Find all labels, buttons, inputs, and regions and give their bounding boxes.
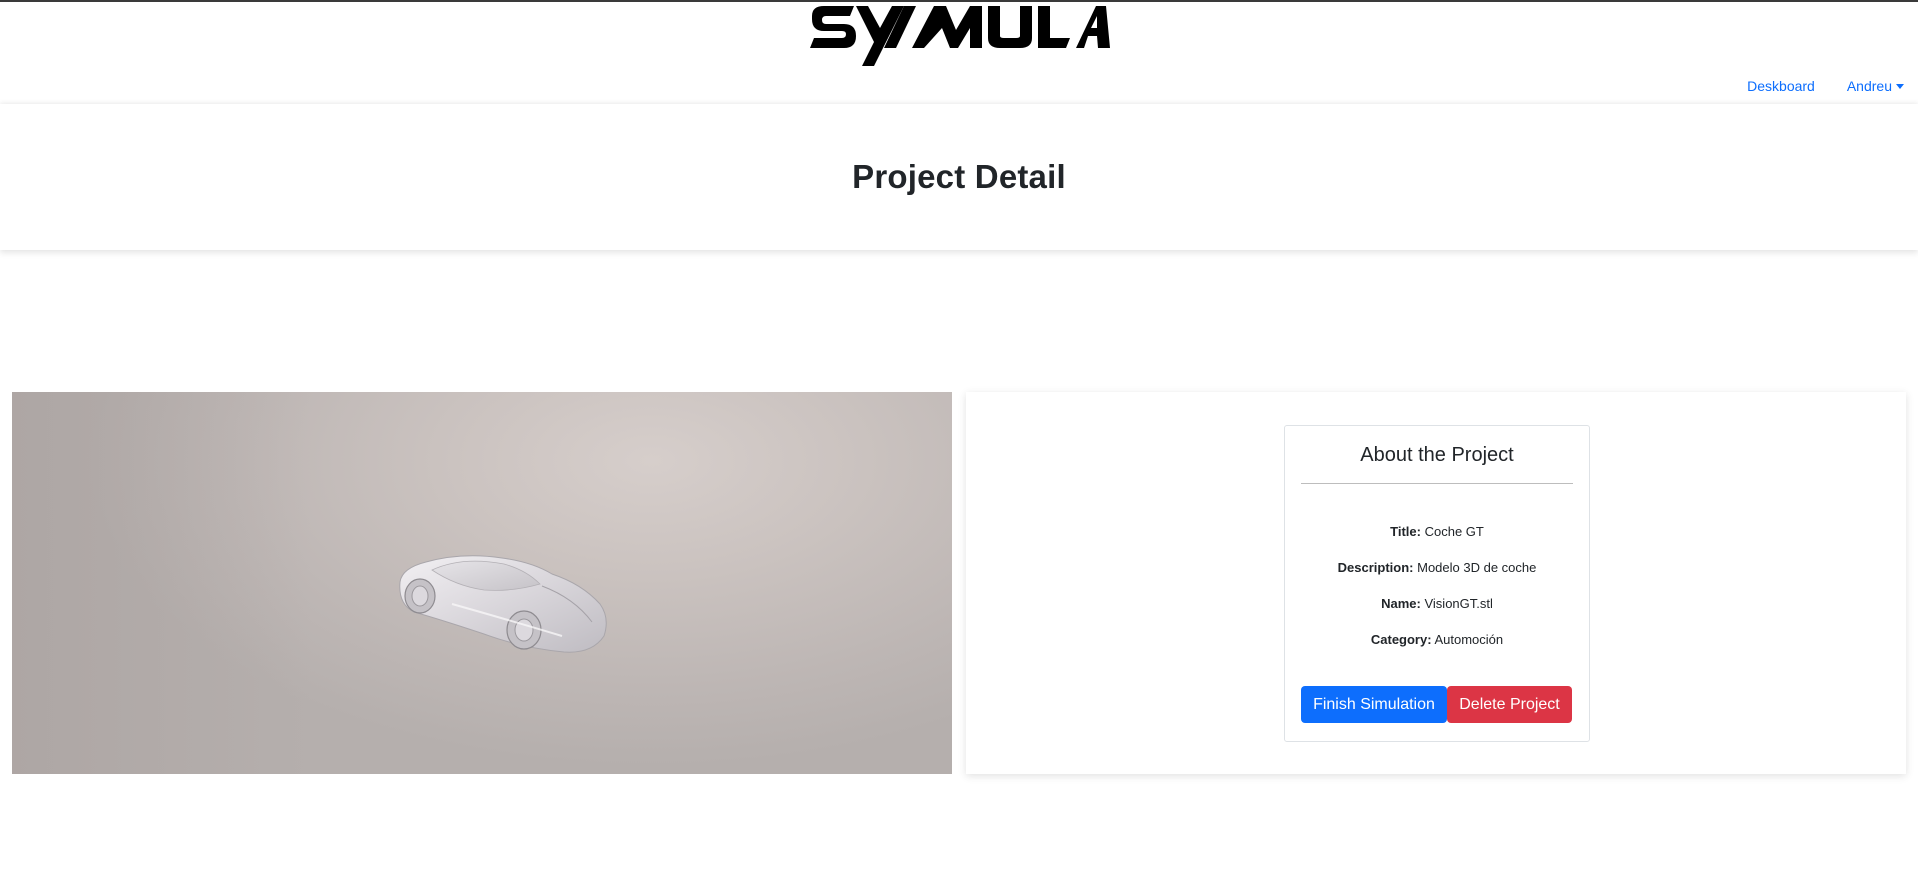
project-info-panel: About the Project Title: Coche GT Descri… xyxy=(966,392,1906,774)
card-title: About the Project xyxy=(1360,444,1514,466)
car-3d-model-icon xyxy=(399,555,607,653)
finish-simulation-button[interactable]: Finish Simulation xyxy=(1301,686,1447,723)
nav-link-deskboard-label: Deskboard xyxy=(1747,78,1815,94)
navbar: Deskboard Andreu xyxy=(0,2,1918,104)
field-name-label: Name: xyxy=(1381,596,1421,611)
field-category-label: Category: xyxy=(1370,632,1432,647)
page-title: Project Detail xyxy=(852,158,1066,195)
delete-project-button[interactable]: Delete Project xyxy=(1447,686,1572,723)
field-name: Name: VisionGT.stl xyxy=(1285,596,1589,611)
page-header: Project Detail xyxy=(0,104,1918,250)
symula-logo[interactable] xyxy=(808,4,1110,68)
field-title: Title: Coche GT xyxy=(1285,524,1589,539)
about-project-card: About the Project Title: Coche GT Descri… xyxy=(1284,425,1590,742)
field-category-value: Automoción xyxy=(1434,632,1504,647)
field-description-label: Description: xyxy=(1337,560,1414,575)
user-dropdown-toggle[interactable]: Andreu xyxy=(1847,78,1904,94)
caret-down-icon xyxy=(1896,84,1904,89)
nav-links: Deskboard Andreu xyxy=(1747,78,1904,94)
field-name-value: VisionGT.stl xyxy=(1424,596,1493,611)
field-title-value: Coche GT xyxy=(1424,524,1484,539)
card-divider xyxy=(1301,483,1573,484)
field-title-label: Title: xyxy=(1390,524,1421,539)
3d-model-viewer[interactable] xyxy=(12,392,952,774)
field-description: Description: Modelo 3D de coche xyxy=(1285,560,1589,575)
field-category: Category: Automoción xyxy=(1285,632,1589,647)
user-dropdown-label: Andreu xyxy=(1846,78,1892,94)
field-description-value: Modelo 3D de coche xyxy=(1417,560,1537,575)
nav-link-deskboard[interactable]: Deskboard xyxy=(1747,78,1815,94)
